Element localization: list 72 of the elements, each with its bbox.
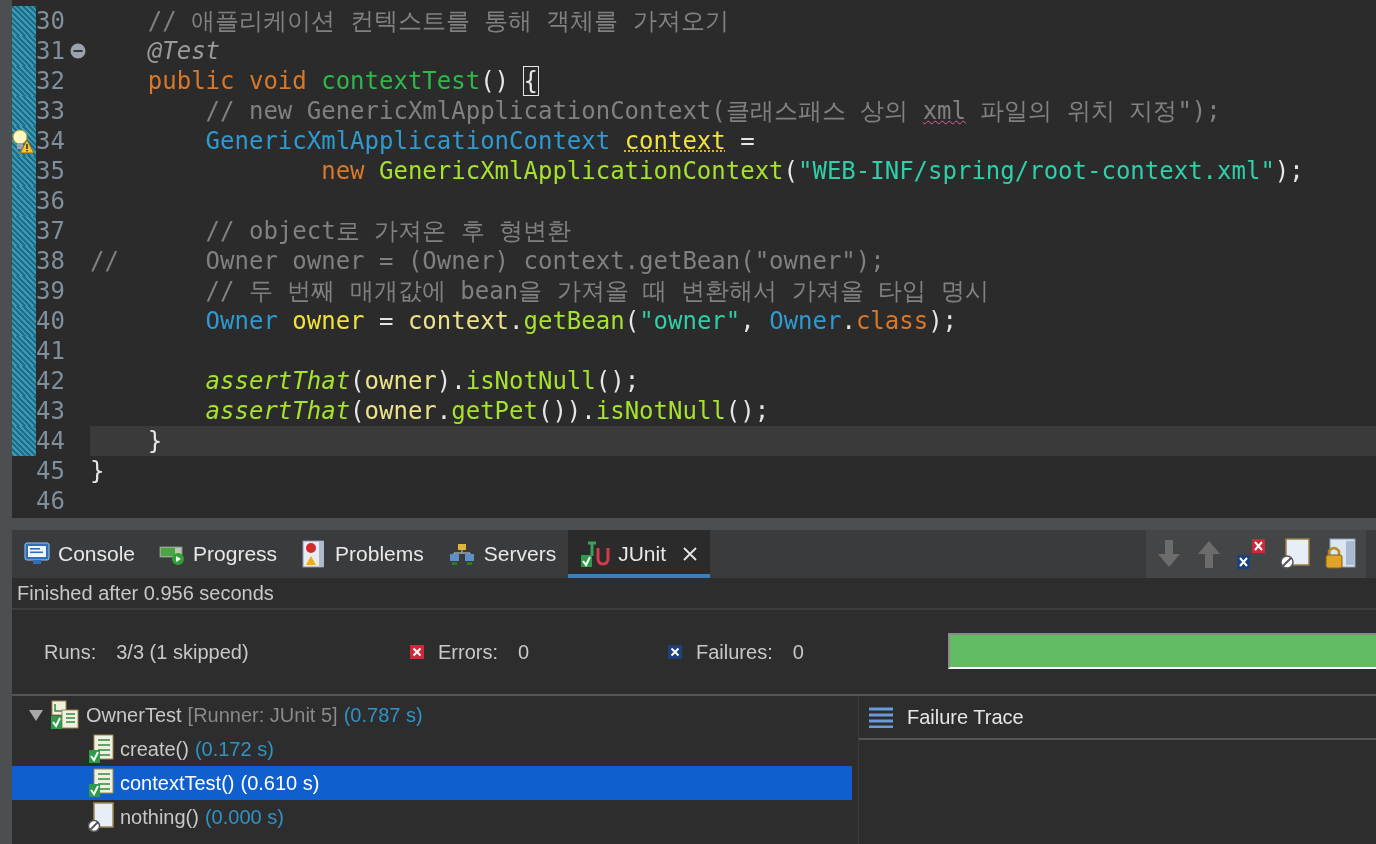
- failures-count: 0: [792, 640, 804, 664]
- line-number: 35: [36, 156, 66, 186]
- code-line: // object로 가져온 후 형변환: [204, 216, 572, 246]
- line-number: 46: [36, 486, 66, 516]
- junit-icon: [580, 540, 611, 568]
- line-number: 44: [36, 426, 66, 456]
- line-number: 33: [36, 96, 66, 126]
- elapsed-time: (0.172 s): [194, 737, 274, 761]
- code-line: public void contextTest() {: [146, 66, 539, 96]
- error-marks-icon[interactable]: [1236, 538, 1266, 570]
- code-line: // new GenericXmlApplicationContext(클래스패스 상의 xml 파일의 위치 지정");: [204, 96, 1222, 126]
- panel-tab[interactable]: JUnit: [568, 530, 710, 578]
- skipped-test-icon[interactable]: [1280, 538, 1310, 570]
- code-line: Owner owner = context.getBean("owner", Owner.class);: [204, 306, 959, 336]
- status-text: Finished after 0.956 seconds: [12, 578, 1376, 610]
- tree-item[interactable]: contextTest() (0.610 s): [12, 766, 852, 800]
- test-class-name: OwnerTest: [86, 703, 182, 727]
- failures-label: Failures:: [696, 640, 773, 664]
- skipped-test-icon: [88, 802, 114, 832]
- test-method-name: contextTest(): [120, 771, 235, 795]
- error-icon: [410, 645, 424, 659]
- elapsed-time: (0.000 s): [204, 805, 284, 829]
- elapsed-time: (0.787 s): [343, 703, 423, 727]
- code-line: // 두 번째 매개값에 bean을 가져올 때 변환해서 가져올 타입 명시: [204, 276, 990, 306]
- tree-item[interactable]: nothing() (0.000 s): [12, 800, 852, 834]
- panel-tab[interactable]: Problems: [289, 530, 436, 578]
- expand-triangle-icon[interactable]: [28, 707, 44, 723]
- code-line: // 애플리케이션 컨텍스트를 통해 객체를 가져오기: [146, 6, 730, 36]
- code-line: assertThat(owner).isNotNull();: [204, 366, 641, 396]
- code-line: }: [90, 456, 106, 486]
- line-number: 37: [36, 216, 66, 246]
- tree-item[interactable]: OwnerTest [Runner: JUnit 5] (0.787 s): [12, 698, 852, 732]
- panel-tab[interactable]: Console: [12, 530, 148, 578]
- line-number: 45: [36, 456, 66, 486]
- line-number: 31: [36, 36, 66, 66]
- failure-trace-title: Failure Trace: [907, 705, 1024, 729]
- close-icon[interactable]: [682, 546, 698, 562]
- line-number: 41: [36, 336, 66, 366]
- runs-label: Runs:: [44, 640, 97, 664]
- line-number: 43: [36, 396, 66, 426]
- test-suite-icon: [50, 700, 80, 730]
- line-number: 34: [36, 126, 66, 156]
- code-line: @Test: [146, 36, 222, 66]
- failure-icon: [668, 645, 682, 659]
- line-number: 36: [36, 186, 66, 216]
- code-line: GenericXmlApplicationContext context =: [204, 126, 756, 156]
- line-number: 39: [36, 276, 66, 306]
- errors-count: 0: [518, 640, 530, 664]
- collapse-icon[interactable]: [70, 43, 86, 59]
- line-number: 40: [36, 306, 66, 336]
- tree-item[interactable]: create() (0.172 s): [12, 732, 852, 766]
- elapsed-time: (0.610 s): [240, 771, 320, 795]
- code-line: assertThat(owner.getPet()).isNotNull();: [204, 396, 771, 426]
- line-number: 32: [36, 66, 66, 96]
- line-number: 42: [36, 366, 66, 396]
- test-method-name: nothing(): [120, 805, 199, 829]
- panel-tab[interactable]: Servers: [435, 530, 569, 578]
- monitor-icon: [24, 542, 50, 566]
- test-method-name: create(): [120, 737, 189, 761]
- passed-test-icon: [88, 734, 114, 764]
- lock-icon[interactable]: [1324, 538, 1356, 570]
- servers-icon: [447, 542, 476, 566]
- list-icon: [869, 706, 893, 728]
- line-number: 38: [36, 246, 66, 276]
- code-line: // Owner owner = (Owner) context.getBean("owner");: [90, 246, 886, 276]
- runner-text: [Runner: JUnit 5]: [187, 703, 338, 727]
- runs-count: 3/3 (1 skipped): [116, 640, 249, 664]
- errors-label: Errors:: [438, 640, 498, 664]
- code-line: new GenericXmlApplicationContext("WEB-INF/spring/root-context.xml");: [320, 156, 1305, 186]
- line-number: 30: [36, 6, 66, 36]
- passed-test-icon: [88, 768, 114, 798]
- panel-tab[interactable]: Progress: [147, 530, 290, 578]
